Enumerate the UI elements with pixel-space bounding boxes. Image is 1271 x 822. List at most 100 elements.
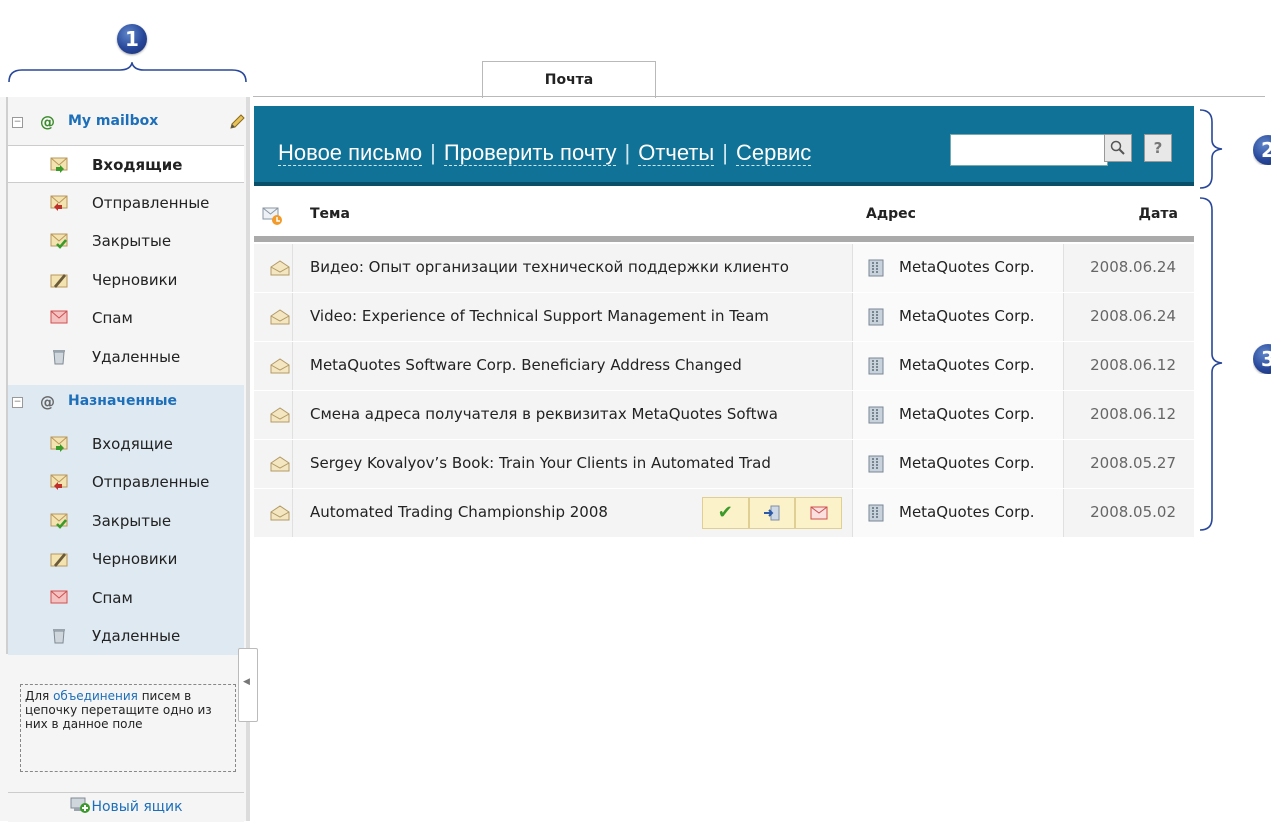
- search-button[interactable]: [1104, 134, 1132, 162]
- drafts-icon: [50, 274, 68, 288]
- separator: |: [624, 140, 631, 165]
- table-row[interactable]: Смена адреса получателя в реквизитах Met…: [254, 391, 1194, 440]
- row-address-cell[interactable]: MetaQuotes Corp.: [852, 342, 1064, 390]
- closed-icon: [50, 233, 68, 249]
- row-subject[interactable]: Automated Trading Championship 2008: [310, 503, 690, 521]
- mark-closed-button[interactable]: ✔: [702, 497, 749, 529]
- trash-icon: [53, 350, 65, 365]
- folder-label: Закрытые: [92, 232, 172, 250]
- folder-sent[interactable]: Отправленные: [8, 463, 244, 501]
- trash-icon: [53, 629, 65, 644]
- folder-label: Отправленные: [92, 194, 210, 212]
- mailbox-name: Назначенные: [68, 393, 178, 409]
- folder-label: Черновики: [92, 550, 178, 568]
- table-row[interactable]: Видео: Опыт организации технической подд…: [254, 244, 1194, 293]
- mailbox-header-my[interactable]: − @ My mailbox: [8, 105, 246, 145]
- header-date[interactable]: Дата: [1139, 206, 1178, 222]
- folder-label: Закрытые: [92, 512, 172, 530]
- row-address-cell[interactable]: MetaQuotes Corp.: [852, 440, 1064, 488]
- envelope-sort-icon[interactable]: [262, 206, 284, 226]
- building-icon: [868, 357, 884, 375]
- search-icon: [1110, 140, 1125, 155]
- table-row-hovered[interactable]: Automated Trading Championship 2008 ✔ Me…: [254, 489, 1194, 538]
- building-icon: [868, 308, 884, 326]
- row-address-cell[interactable]: MetaQuotes Corp.: [852, 489, 1064, 537]
- pencil-icon[interactable]: [228, 113, 246, 131]
- row-address: MetaQuotes Corp.: [899, 307, 1035, 325]
- help-button[interactable]: ?: [1144, 134, 1172, 162]
- table-row[interactable]: Sergey Kovalyov’s Book: Train Your Clien…: [254, 440, 1194, 489]
- bracket-sidebar: [8, 62, 247, 83]
- separator: |: [722, 140, 728, 165]
- folder-trash[interactable]: Удаленные: [8, 617, 244, 655]
- folder-inbox[interactable]: Входящие: [8, 145, 244, 183]
- drafts-icon: [50, 553, 68, 567]
- folder-inbox[interactable]: Входящие: [8, 425, 244, 463]
- collapse-icon[interactable]: −: [12, 117, 23, 128]
- reports-link[interactable]: Отчеты: [638, 140, 715, 166]
- new-mailbox-icon: [70, 797, 91, 813]
- sent-icon: [50, 474, 68, 490]
- row-address-cell[interactable]: MetaQuotes Corp.: [852, 293, 1064, 341]
- hint-text: Для: [25, 689, 54, 703]
- row-address-cell[interactable]: MetaQuotes Corp.: [852, 391, 1064, 439]
- table-row[interactable]: Video: Experience of Technical Support M…: [254, 293, 1194, 342]
- hint-link[interactable]: объединения: [53, 689, 138, 703]
- folder-closed[interactable]: Закрытые: [8, 502, 244, 540]
- row-actions: ✔: [702, 497, 843, 529]
- closed-icon: [50, 513, 68, 529]
- check-mail-link[interactable]: Проверить почту: [443, 140, 617, 166]
- folder-closed[interactable]: Закрытые: [8, 222, 244, 260]
- new-mailbox-label: Новый ящик: [91, 799, 183, 815]
- row-date: 2008.06.12: [1090, 356, 1176, 374]
- collapse-icon[interactable]: −: [12, 397, 23, 408]
- header-subject[interactable]: Тема: [310, 206, 350, 222]
- mailbox-name: My mailbox: [68, 113, 159, 129]
- message-list-header: Тема Адрес Дата: [254, 196, 1194, 242]
- callout-3: 3: [1253, 344, 1271, 374]
- sent-icon: [50, 195, 68, 211]
- row-date: 2008.05.02: [1090, 503, 1176, 521]
- new-message-link[interactable]: Новое письмо: [278, 140, 423, 166]
- thread-drop-zone[interactable]: Для объединения писем в цепочку перетащи…: [20, 684, 236, 772]
- at-icon: @: [40, 113, 55, 131]
- inbox-icon: [50, 436, 68, 452]
- divider: [292, 489, 293, 537]
- new-mailbox-button[interactable]: Новый ящик: [8, 792, 244, 822]
- row-subject[interactable]: Video: Experience of Technical Support M…: [310, 307, 840, 325]
- at-icon: @: [40, 393, 55, 411]
- folder-spam[interactable]: Спам: [8, 299, 244, 337]
- tab-divider: [253, 96, 1265, 97]
- row-subject[interactable]: Видео: Опыт организации технической подд…: [310, 258, 840, 276]
- header-address[interactable]: Адрес: [866, 206, 916, 222]
- divider: [292, 391, 293, 439]
- envelope-open-icon: [270, 407, 290, 423]
- inbox-icon: [50, 157, 68, 173]
- move-icon: [764, 505, 780, 521]
- folder-trash[interactable]: Удаленные: [8, 338, 244, 376]
- folder-spam[interactable]: Спам: [8, 579, 244, 617]
- envelope-open-icon: [270, 456, 290, 472]
- folder-drafts[interactable]: Черновики: [8, 540, 244, 578]
- folder-sent[interactable]: Отправленные: [8, 184, 244, 222]
- row-subject[interactable]: Смена адреса получателя в реквизитах Met…: [310, 405, 840, 423]
- row-address: MetaQuotes Corp.: [899, 503, 1035, 521]
- row-date: 2008.06.12: [1090, 405, 1176, 423]
- divider: [292, 244, 293, 292]
- row-subject[interactable]: Sergey Kovalyov’s Book: Train Your Clien…: [310, 454, 840, 472]
- row-address: MetaQuotes Corp.: [899, 356, 1035, 374]
- spam-icon: [50, 590, 68, 604]
- search-input[interactable]: [950, 134, 1108, 166]
- tab-mail[interactable]: Почта: [482, 61, 656, 98]
- row-address-cell[interactable]: MetaQuotes Corp.: [852, 244, 1064, 292]
- table-row[interactable]: MetaQuotes Software Corp. Beneficiary Ad…: [254, 342, 1194, 391]
- row-subject[interactable]: MetaQuotes Software Corp. Beneficiary Ad…: [310, 356, 840, 374]
- collapse-sidebar-handle[interactable]: ◀: [238, 648, 258, 722]
- mailbox-header-assigned[interactable]: − @ Назначенные: [8, 385, 244, 425]
- folder-drafts[interactable]: Черновики: [8, 261, 244, 299]
- row-address: MetaQuotes Corp.: [899, 405, 1035, 423]
- move-button[interactable]: [748, 497, 796, 529]
- service-link[interactable]: Сервис: [735, 140, 812, 166]
- mark-spam-button[interactable]: [795, 497, 843, 529]
- row-date: 2008.06.24: [1090, 258, 1176, 276]
